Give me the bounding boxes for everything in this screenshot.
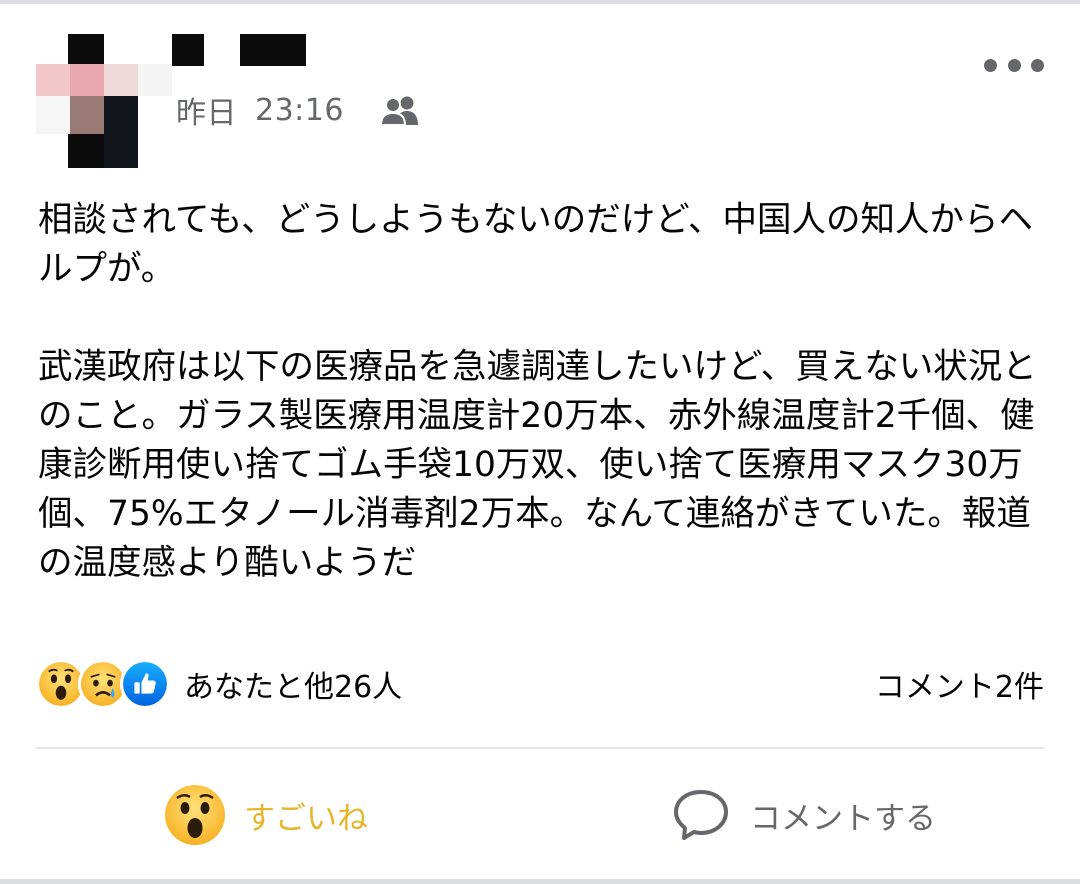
redacted-author-area[interactable] [36, 34, 306, 168]
avatar-redaction-gray [36, 96, 70, 134]
avatar-redaction-light [138, 64, 172, 96]
more-dot [1007, 58, 1021, 72]
bottom-border [0, 879, 1080, 884]
more-options-button[interactable] [984, 50, 1044, 80]
reactions-summary[interactable]: あなたと他26人 [36, 656, 402, 712]
timestamp-day[interactable]: 昨日 [176, 88, 237, 132]
post-paragraph: 相談されても、どうしようもないのだけど、中国人の知人からヘルプが。 [38, 200, 1033, 289]
timestamp-time[interactable]: 23:16 [255, 93, 344, 128]
more-horizontal-icon [984, 58, 997, 72]
reaction-button-label: すごいね [244, 800, 368, 837]
avatar-redaction-pink [36, 64, 72, 96]
name-redaction-1 [172, 34, 204, 66]
reaction-count[interactable]: あなたと他26人 [184, 662, 402, 706]
comment-button[interactable]: コメントする [672, 784, 936, 846]
comment-bubble-icon [674, 790, 728, 840]
wow-reaction-icon [165, 785, 225, 845]
avatar-redaction-navy [104, 96, 138, 168]
avatar-redaction-brown [70, 96, 104, 134]
post-text: 相談されても、どうしようもないのだけど、中国人の知人からヘルプが。 武漢政府は以… [38, 196, 1048, 588]
name-redaction-2 [240, 34, 306, 66]
top-border [0, 0, 1080, 4]
comment-count[interactable]: コメント2件 [875, 662, 1044, 706]
avatar-redaction-pink-2 [70, 64, 104, 96]
avatar-redaction-rose [104, 64, 138, 96]
like-reaction-icon [120, 659, 170, 709]
reaction-button[interactable]: すごいね [164, 784, 368, 846]
more-dot [1031, 58, 1044, 72]
comment-button-label: コメントする [750, 800, 936, 837]
friends-icon[interactable] [379, 94, 420, 126]
divider [36, 747, 1044, 749]
post-meta: 昨日 23:16 [176, 88, 420, 132]
post-paragraph: 武漢政府は以下の医療品を急遽調達したいけど、買えない状況とのこと。ガラス製医療用… [38, 347, 1037, 583]
